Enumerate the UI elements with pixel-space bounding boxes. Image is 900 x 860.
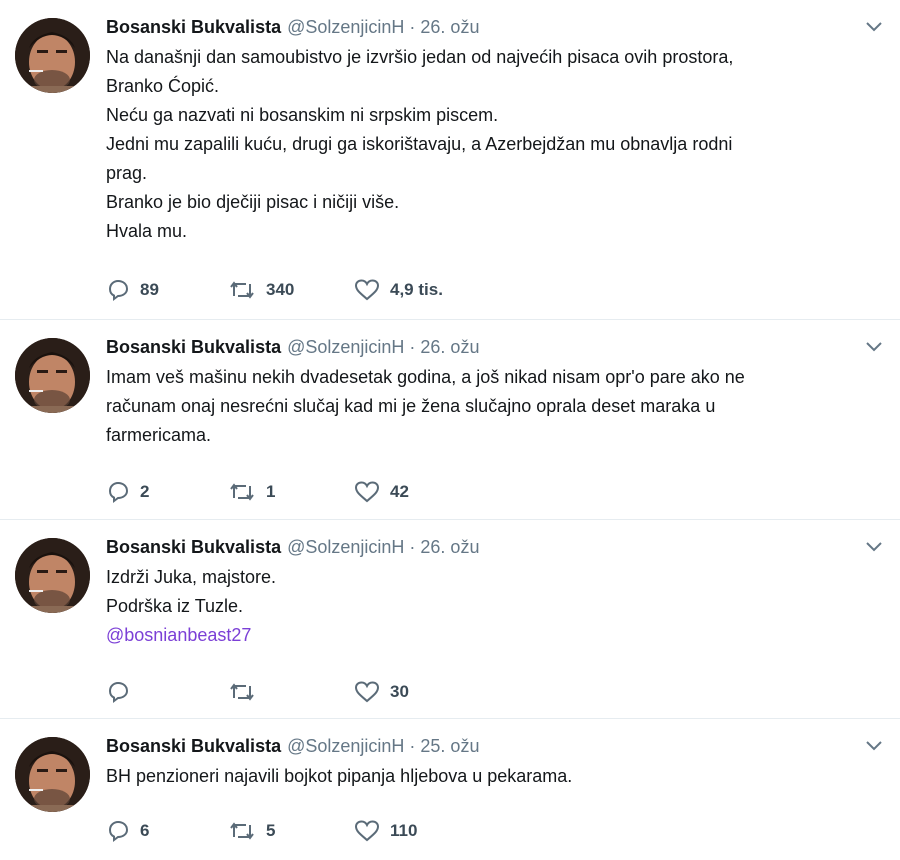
separator: · <box>409 736 416 756</box>
separator: · <box>409 337 416 357</box>
retweet-button[interactable] <box>228 680 354 704</box>
tweet-text-line: farmericama. <box>106 425 212 445</box>
heart-icon <box>354 820 380 842</box>
author-handle[interactable]: @SolzenjicinH <box>287 334 404 360</box>
like-button[interactable]: 110 <box>354 819 417 843</box>
tweet-text: Na današnji dan samoubistvo je izvršio j… <box>106 43 880 246</box>
tweet[interactable]: Bosanski Bukvalista @SolzenjicinH · 26. … <box>0 320 900 520</box>
mention-link[interactable]: @bosnianbeast27 <box>106 621 880 650</box>
avatar[interactable] <box>15 18 90 93</box>
avatar[interactable] <box>15 538 90 613</box>
author-name[interactable]: Bosanski Bukvalista <box>106 14 281 40</box>
author-name[interactable]: Bosanski Bukvalista <box>106 334 281 360</box>
reply-button[interactable]: 6 <box>106 819 228 843</box>
tweet-text-line: Jedni mu zapalili kuću, drugi ga iskoriš… <box>106 134 733 154</box>
tweet-text-line: Branko Ćopić. <box>106 76 220 96</box>
reply-icon <box>108 481 129 503</box>
tweet-text-line: Branko je bio dječiji pisac i ničiji viš… <box>106 192 400 212</box>
tweet-text-line: BH penzioneri najavili bojkot pipanja hl… <box>106 766 573 786</box>
reply-icon <box>108 681 129 703</box>
tweet-text-line: Podrška iz Tuzle. <box>106 596 244 616</box>
reply-button[interactable] <box>106 680 228 704</box>
tweet-date[interactable]: 26. ožu <box>420 334 479 360</box>
avatar[interactable] <box>15 338 90 413</box>
tweet-date[interactable]: 26. ožu <box>420 14 479 40</box>
tweet-text-line: Izdrži Juka, majstore. <box>106 567 277 587</box>
avatar[interactable] <box>15 737 90 812</box>
reply-button[interactable]: 2 <box>106 480 228 504</box>
retweet-icon <box>230 483 254 501</box>
heart-icon <box>354 681 380 703</box>
like-count: 42 <box>390 482 409 501</box>
retweet-button[interactable]: 340 <box>228 278 354 302</box>
tweet-feed: Bosanski Bukvalista @SolzenjicinH · 26. … <box>0 0 900 860</box>
heart-icon <box>354 279 380 301</box>
reply-count: 2 <box>140 482 150 501</box>
like-count: 4,9 tis. <box>390 280 443 299</box>
tweet-date[interactable]: 26. ožu <box>420 534 479 560</box>
tweet-text-line: Neću ga nazvati ni bosanskim ni srpskim … <box>106 105 499 125</box>
tweet-date[interactable]: 25. ožu <box>420 733 479 759</box>
reply-count: 6 <box>140 821 150 840</box>
reply-icon <box>108 820 129 842</box>
tweet-text: Imam veš mašinu nekih dvadesetak godina,… <box>106 363 880 450</box>
separator: · <box>409 17 416 37</box>
retweet-icon <box>230 822 254 840</box>
like-button[interactable]: 4,9 tis. <box>354 278 443 302</box>
tweet-actions: 6 5 110 <box>106 819 417 843</box>
tweet-header: Bosanski Bukvalista @SolzenjicinH · 25. … <box>106 733 880 759</box>
retweet-button[interactable]: 1 <box>228 480 354 504</box>
tweet[interactable]: Bosanski Bukvalista @SolzenjicinH · 26. … <box>0 0 900 320</box>
author-name[interactable]: Bosanski Bukvalista <box>106 534 281 560</box>
tweet-actions: 2 1 42 <box>106 480 409 504</box>
retweet-count: 1 <box>266 482 276 501</box>
reply-button[interactable]: 89 <box>106 278 228 302</box>
retweet-button[interactable]: 5 <box>228 819 354 843</box>
tweet-text-line: računam onaj nesrećni slučaj kad mi je ž… <box>106 396 716 416</box>
tweet-header: Bosanski Bukvalista @SolzenjicinH · 26. … <box>106 334 880 360</box>
retweet-count: 340 <box>266 280 295 299</box>
tweet-text: BH penzioneri najavili bojkot pipanja hl… <box>106 762 880 791</box>
like-button[interactable]: 42 <box>354 480 409 504</box>
tweet-header: Bosanski Bukvalista @SolzenjicinH · 26. … <box>106 14 880 40</box>
author-handle[interactable]: @SolzenjicinH <box>287 733 404 759</box>
chevron-down-icon[interactable] <box>864 739 884 753</box>
reply-icon <box>108 279 129 301</box>
separator: · <box>409 537 416 557</box>
author-name[interactable]: Bosanski Bukvalista <box>106 733 281 759</box>
tweet-header: Bosanski Bukvalista @SolzenjicinH · 26. … <box>106 534 880 560</box>
chevron-down-icon[interactable] <box>864 20 884 34</box>
tweet-actions: 89 340 4,9 tis. <box>106 278 443 302</box>
retweet-count: 5 <box>266 821 276 840</box>
heart-icon <box>354 481 380 503</box>
like-count: 30 <box>390 682 409 701</box>
tweet-text-line: Na današnji dan samoubistvo je izvršio j… <box>106 47 734 67</box>
tweet-actions: 30 <box>106 680 409 704</box>
retweet-icon <box>230 281 254 299</box>
chevron-down-icon[interactable] <box>864 340 884 354</box>
like-count: 110 <box>390 821 418 840</box>
tweet[interactable]: Bosanski Bukvalista @SolzenjicinH · 25. … <box>0 719 900 860</box>
author-handle[interactable]: @SolzenjicinH <box>287 14 404 40</box>
tweet-text-line: prag. <box>106 163 148 183</box>
retweet-icon <box>230 683 254 701</box>
like-button[interactable]: 30 <box>354 680 409 704</box>
reply-count: 89 <box>140 280 159 299</box>
author-handle[interactable]: @SolzenjicinH <box>287 534 404 560</box>
chevron-down-icon[interactable] <box>864 540 884 554</box>
tweet-text-line: Imam veš mašinu nekih dvadesetak godina,… <box>106 367 745 387</box>
tweet-text-line: Hvala mu. <box>106 221 188 241</box>
tweet[interactable]: Bosanski Bukvalista @SolzenjicinH · 26. … <box>0 520 900 719</box>
tweet-text: Izdrži Juka, majstore. Podrška iz Tuzle.… <box>106 563 880 650</box>
